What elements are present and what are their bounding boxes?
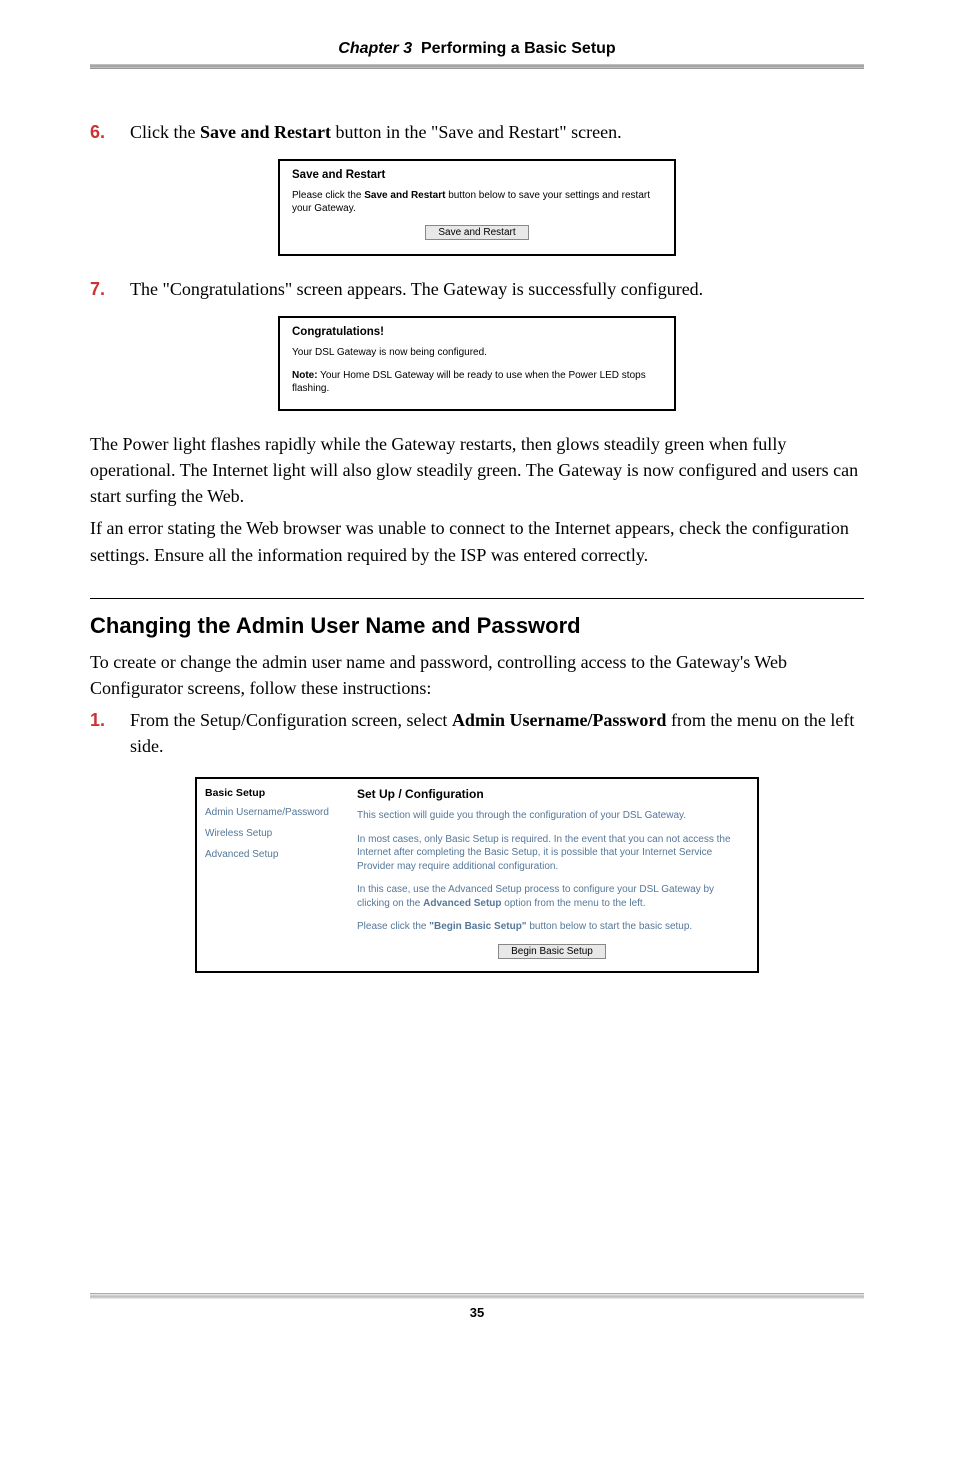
save-restart-button[interactable]: Save and Restart	[425, 225, 528, 240]
dialog-line: Your DSL Gateway is now being configured…	[292, 346, 662, 359]
text: Please click the	[357, 921, 429, 932]
sidebar-item-wireless[interactable]: Wireless Setup	[205, 828, 339, 839]
config-paragraph: In most cases, only Basic Setup is requi…	[357, 833, 747, 874]
text-bold: Save and Restart	[200, 122, 331, 142]
text: Please click the	[292, 190, 364, 201]
dialog-body: Please click the Save and Restart button…	[292, 189, 662, 215]
page-number: 35	[90, 1305, 864, 1320]
text-bold: "Begin Basic Setup"	[429, 921, 526, 932]
text: was entered correctly.	[486, 545, 648, 565]
note-body: Your Home DSL Gateway will be ready to u…	[292, 370, 646, 394]
sidebar-item-basic-setup[interactable]: Basic Setup	[205, 787, 339, 799]
text: option from the menu to the left.	[502, 898, 646, 909]
section-heading: Changing the Admin User Name and Passwor…	[90, 613, 864, 639]
text: button in the "Save and Restart" screen.	[331, 122, 622, 142]
step-text: Click the Save and Restart button in the…	[130, 119, 864, 145]
config-sidebar: Basic Setup Admin Username/Password Wire…	[197, 779, 347, 971]
chapter-number: Chapter 3	[338, 40, 412, 57]
dialog-title: Save and Restart	[292, 169, 662, 181]
screenshot-configuration: Basic Setup Admin Username/Password Wire…	[195, 777, 759, 973]
note-label: Note:	[292, 370, 318, 381]
begin-basic-setup-button[interactable]: Begin Basic Setup	[498, 944, 606, 959]
footer-rule	[90, 1293, 864, 1299]
body-paragraph: If an error stating the Web browser was …	[90, 515, 864, 567]
screenshot-save-restart: Save and Restart Please click the Save a…	[278, 159, 676, 256]
config-paragraph: Please click the "Begin Basic Setup" but…	[357, 920, 747, 934]
config-title: Set Up / Configuration	[357, 787, 747, 801]
step-1: 1. From the Setup/Configuration screen, …	[90, 707, 864, 759]
config-paragraph: In this case, use the Advanced Setup pro…	[357, 883, 747, 910]
step-7: 7. The "Congratulations" screen appears.…	[90, 276, 864, 302]
text-isp: ISP	[460, 545, 486, 565]
header-rule	[90, 64, 864, 69]
text: Click the	[130, 122, 200, 142]
config-paragraph: This section will guide you through the …	[357, 809, 747, 823]
step-text: The "Congratulations" screen appears. Th…	[130, 276, 864, 302]
text-bold: Admin Username/Password	[452, 710, 667, 730]
step-number: 6.	[90, 119, 130, 145]
dialog-title: Congratulations!	[292, 326, 662, 338]
sidebar-item-admin[interactable]: Admin Username/Password	[205, 807, 339, 818]
dialog-note: Note: Your Home DSL Gateway will be read…	[292, 369, 662, 395]
body-paragraph: The Power light flashes rapidly while th…	[90, 431, 864, 509]
section-intro: To create or change the admin user name …	[90, 649, 864, 701]
config-main: Set Up / Configuration This section will…	[347, 779, 757, 971]
text-bold: Advanced Setup	[423, 898, 501, 909]
sidebar-item-advanced[interactable]: Advanced Setup	[205, 849, 339, 860]
chapter-title: Performing a Basic Setup	[421, 40, 616, 57]
step-text: From the Setup/Configuration screen, sel…	[130, 707, 864, 759]
step-number: 7.	[90, 276, 130, 302]
step-6: 6. Click the Save and Restart button in …	[90, 119, 864, 145]
step-number: 1.	[90, 707, 130, 759]
text: button below to start the basic setup.	[527, 921, 693, 932]
text: From the Setup/Configuration screen, sel…	[130, 710, 452, 730]
text-bold: Save and Restart	[364, 190, 445, 201]
chapter-header: Chapter 3 Performing a Basic Setup	[90, 40, 864, 64]
section-divider	[90, 598, 864, 599]
screenshot-congratulations: Congratulations! Your DSL Gateway is now…	[278, 316, 676, 411]
